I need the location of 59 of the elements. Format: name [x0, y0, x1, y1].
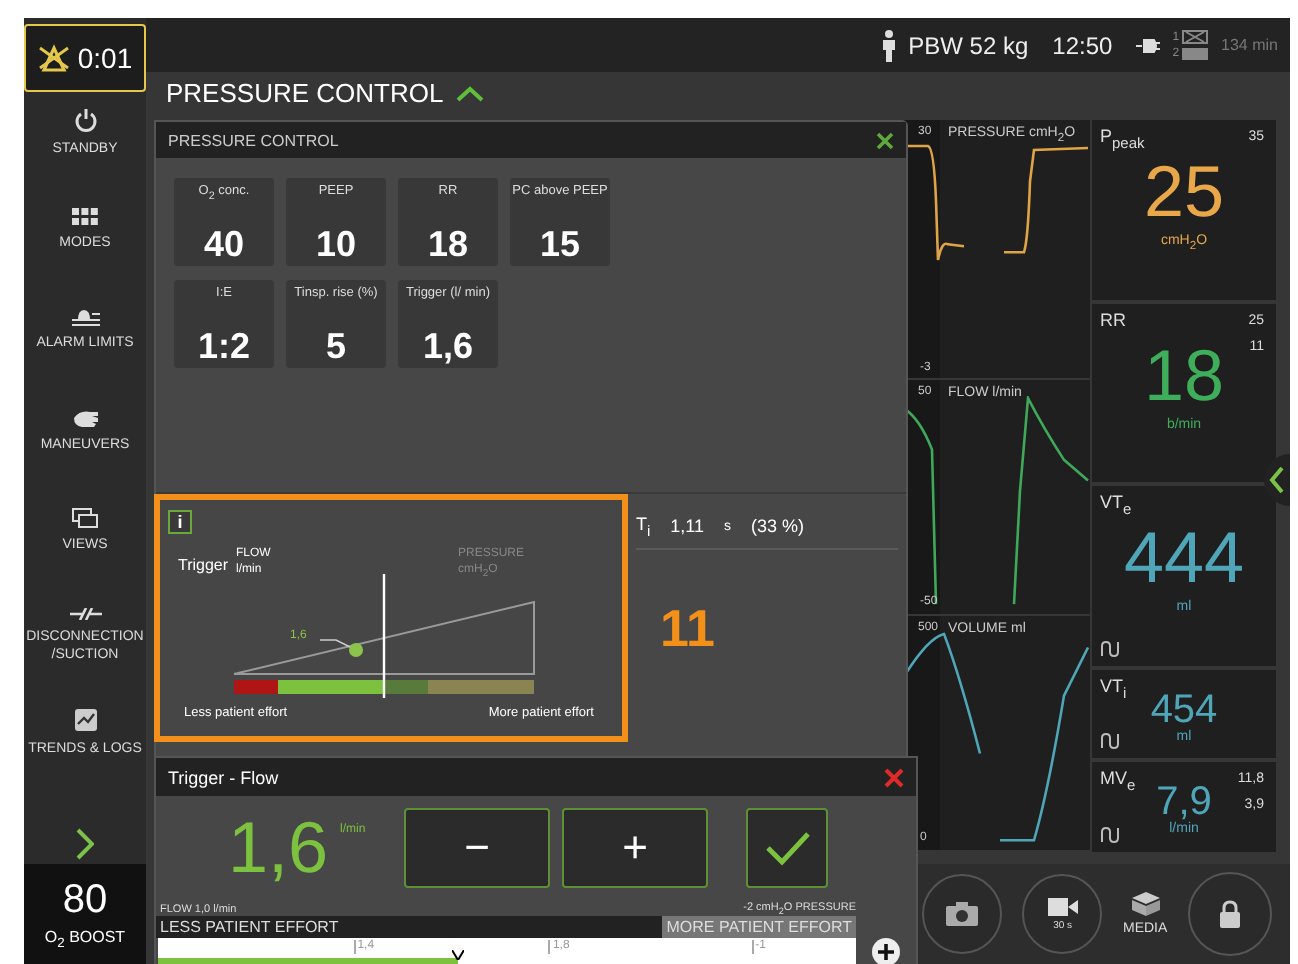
battery-icon — [1181, 47, 1210, 59]
decrease-button[interactable]: − — [404, 808, 551, 888]
marker-icon — [452, 950, 465, 960]
clock-time: 12:50 — [1052, 31, 1113, 59]
ti-label: T$_{i}$ — [636, 513, 651, 539]
disconnect-icon — [69, 608, 101, 620]
ti-value: 1,11 — [670, 516, 705, 536]
metric-value: 7,9 — [1156, 782, 1212, 823]
add-icon[interactable] — [872, 938, 900, 964]
windows-icon — [72, 508, 98, 528]
alarm-off-icon — [37, 44, 70, 72]
metric-label: VT$_{i}$ — [1100, 675, 1127, 701]
video-camera-icon — [1047, 897, 1078, 915]
chevron-up-icon[interactable] — [455, 85, 484, 101]
metric-value: 18 — [1143, 339, 1225, 411]
patient-weight: PBW 52 kg — [908, 31, 1029, 59]
effort-label: LESS PATIENT EFFORT — [158, 918, 339, 936]
bell-icon — [69, 308, 101, 326]
metric-value: 444 — [1123, 522, 1245, 594]
lock-button[interactable] — [1187, 872, 1272, 956]
mode-title: PRESSURE CONTROL — [166, 78, 444, 108]
grid-icon — [72, 208, 98, 226]
trigger-value: 1,6 — [228, 812, 329, 884]
metric-label: VT$_{e}$ — [1100, 492, 1132, 518]
close-icon[interactable] — [876, 131, 894, 149]
increase-button[interactable]: + — [562, 808, 709, 888]
metric-label: MV$_{e}$ — [1100, 768, 1136, 795]
battery-time: 134 min — [1221, 36, 1278, 54]
metric-value: 454 — [1150, 689, 1218, 729]
trigger-point — [349, 643, 363, 657]
trends-icon — [73, 708, 97, 732]
dialog-title: PRESSURE CONTROL — [168, 131, 339, 149]
trigger-label: Trigger — [178, 556, 229, 574]
confirm-button[interactable] — [746, 808, 829, 888]
leader-line — [319, 639, 353, 649]
close-icon[interactable] — [884, 767, 904, 787]
chevron-right-icon[interactable] — [76, 828, 94, 860]
callout-number: 11 — [660, 598, 715, 660]
lock-icon — [1217, 900, 1242, 928]
plug-icon — [1136, 37, 1161, 53]
person-icon — [882, 29, 897, 61]
effort-label: MORE PATIENT EFFORT — [662, 916, 856, 938]
metric-label: P$_{peak}$ — [1100, 126, 1145, 152]
info-button[interactable]: i — [168, 510, 192, 534]
cube-icon — [1131, 892, 1160, 916]
o2-boost-button[interactable]: 80 O$_{2}$ BOOST — [24, 864, 146, 964]
side-tab-chevron[interactable] — [1262, 454, 1290, 506]
dialog-title: Trigger - Flow — [168, 767, 279, 787]
battery-empty-icon — [1181, 30, 1210, 44]
threshold-cursor[interactable] — [382, 574, 386, 698]
power-icon — [73, 108, 97, 132]
check-icon — [763, 830, 812, 866]
metric-label: RR — [1100, 309, 1126, 329]
snapshot-button[interactable] — [922, 874, 1003, 954]
camera-icon — [946, 902, 979, 926]
hand-icon — [71, 408, 99, 428]
ti-ratio: (33 %) — [751, 516, 805, 536]
alarm-button[interactable]: 0:01 — [24, 24, 146, 92]
metric-value: 25 — [1143, 156, 1225, 228]
